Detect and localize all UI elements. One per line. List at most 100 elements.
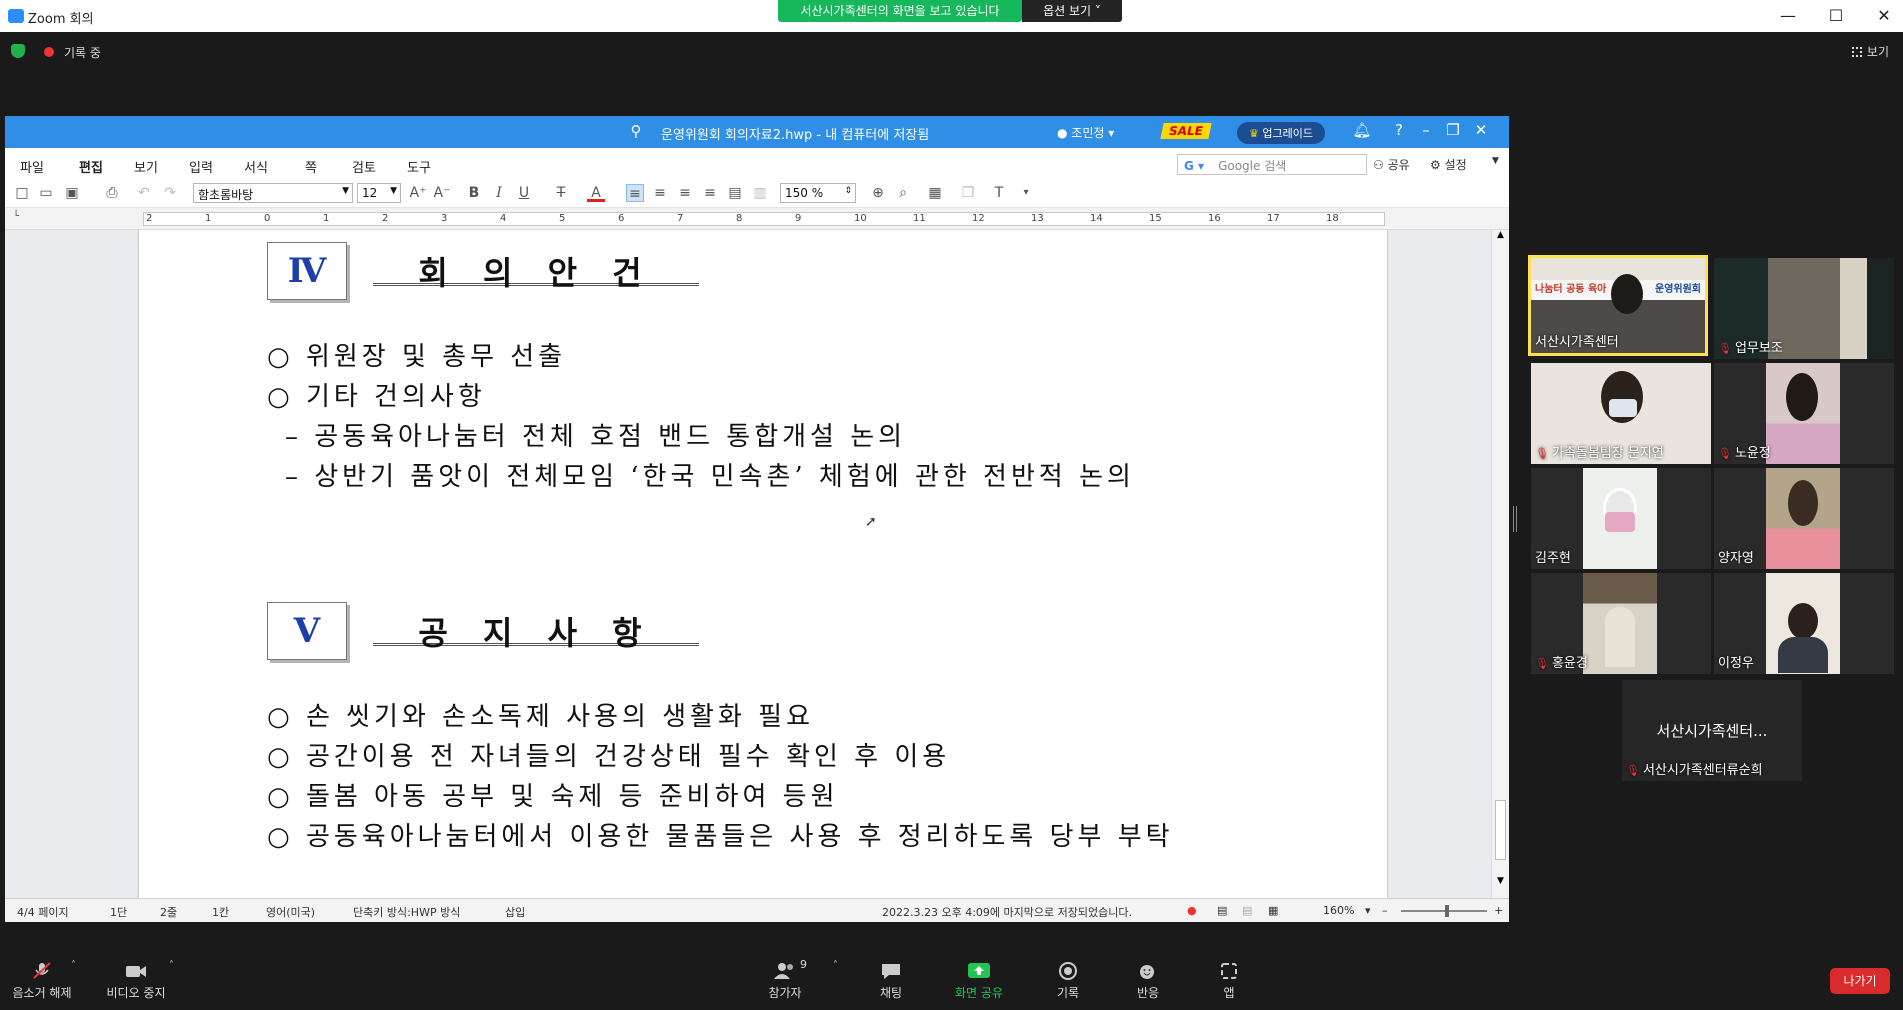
upgrade-button[interactable]: ♛ 업그레이드 [1237,122,1325,144]
leave-meeting-button[interactable]: 나가기 [1830,968,1890,994]
participant-tile[interactable]: 서산시가족센터... 🎙︎ 서산시가족센터류순희 [1622,680,1802,781]
menu-page[interactable]: 쪽 [305,157,317,176]
gallery-view-button[interactable]: 보기 [1851,43,1889,60]
font-color-icon[interactable]: A [587,184,605,202]
distribute-icon[interactable]: ▤ [726,184,744,202]
menu-file[interactable]: 파일 [20,157,44,176]
font-shrink-icon[interactable]: A⁻ [433,184,451,202]
minimize-icon[interactable]: — [1773,4,1803,28]
zoom-in-small-icon[interactable]: + [1494,904,1503,917]
open-folder-icon[interactable]: ▭ [37,184,55,202]
record-button[interactable]: 기록 [1043,962,1093,1001]
view-options-button[interactable]: 옵션 보기 ˅ [1022,0,1122,22]
participants-options-icon[interactable]: ˄ [833,960,838,971]
find-icon[interactable]: ⌕ [894,184,912,202]
status-language[interactable]: 영어(미국) [266,904,315,920]
align-right-icon[interactable]: ≡ [701,184,719,202]
menu-view[interactable]: 보기 [134,157,158,176]
paste-icon[interactable]: ▦ [926,184,944,202]
alert-icon[interactable]: ● [1187,904,1197,917]
two-page-view-icon[interactable]: ▦ [1268,904,1278,917]
strikethrough-icon[interactable]: T [552,184,570,202]
more-tools-icon[interactable]: ▾ [1017,184,1035,202]
participant-tile[interactable]: 이정우 [1714,573,1894,674]
stop-video-button[interactable]: 비디오 중지 [100,962,172,1001]
split-align-icon[interactable]: ▥ [751,184,769,202]
participant-tile[interactable]: 양자영 [1714,468,1894,569]
layout-view-icon[interactable]: ▤ [1217,904,1227,917]
chat-button[interactable]: 채팅 [866,962,916,1001]
font-grow-icon[interactable]: A⁺ [409,184,427,202]
document-page[interactable]: Ⅳ 회 의 안 건 ○ 위원장 및 총무 선출 ○ 기타 건의사항 – 공동육아… [139,230,1387,898]
settings-button[interactable]: ⚙ 설정 [1430,156,1467,173]
participant-tile[interactable]: 🎙︎ 노윤정 [1714,363,1894,464]
underline-icon[interactable]: U [515,184,533,202]
menu-insert[interactable]: 입력 [189,157,213,176]
zoom-slider[interactable] [1401,910,1487,912]
align-justify-icon[interactable]: ≡ [626,184,644,202]
hwp-minimize-icon[interactable]: – [1415,121,1437,139]
participant-tile[interactable]: 김주현 [1531,468,1711,569]
close-icon[interactable]: ✕ [1869,4,1899,28]
scroll-up-icon[interactable]: ▲ [1497,230,1504,240]
audio-options-icon[interactable]: ˄ [71,960,76,971]
horizontal-ruler[interactable]: └ 2 1 0 1 2 3 4 5 6 7 8 9 10 11 12 13 14… [5,208,1509,230]
share-screen-button[interactable]: 화면 공유 [944,962,1014,1001]
scroll-down-icon[interactable]: ▼ [1497,876,1504,886]
undo-icon[interactable]: ↶ [135,184,153,202]
hwp-restore-icon[interactable]: ❐ [1442,121,1464,139]
bold-icon[interactable]: B [465,184,483,202]
sale-badge[interactable]: SALE [1160,123,1212,139]
ruler-number: 4 [500,213,507,224]
menu-tools[interactable]: 도구 [407,157,431,176]
user-account[interactable]: ● 조민정 ▾ [1057,124,1114,141]
align-left-icon[interactable]: ≡ [651,184,669,202]
status-page[interactable]: 4/4 페이지 [17,904,69,920]
panel-splitter[interactable] [1513,506,1517,532]
bell-icon[interactable]: 🔔︎ [1351,121,1373,139]
unmute-button[interactable]: 음소거 해제 [10,962,74,1001]
zoom-slider-handle[interactable] [1445,905,1449,917]
muted-mic-icon: 🎙︎ [1718,447,1732,460]
ribbon-collapse-icon[interactable]: ▼ [1492,156,1499,166]
apps-button[interactable]: 앱 [1204,962,1254,1001]
participant-tile[interactable]: 🎙︎ 가족돌봄팀장 문지연 [1531,363,1711,464]
participant-tile[interactable]: 🎙︎ 홍윤경 [1531,573,1711,674]
menu-format[interactable]: 서식 [244,157,268,176]
vertical-scrollbar[interactable]: ▲ ▼ [1491,230,1509,898]
menu-review[interactable]: 검토 [352,157,376,176]
reactions-button[interactable]: 반응 [1123,962,1173,1001]
font-size-select[interactable]: 12 ▼ [357,183,401,203]
help-icon[interactable]: ? [1388,121,1410,139]
participant-tile[interactable]: 🎙︎ 업무보조 [1714,258,1894,359]
shared-hwp-window[interactable]: ⚲ 운영위원회 회의자료2.hwp - 내 컴퓨터에 저장됨 ● 조민정 ▾ S… [5,116,1509,922]
menu-edit[interactable]: 편집 [79,157,103,176]
new-document-icon[interactable]: □ [13,184,31,202]
copy-format-icon[interactable]: ❐ [959,184,977,202]
zoom-out-icon[interactable]: – [1382,904,1388,917]
hwp-close-icon[interactable]: ✕ [1470,121,1492,139]
zoom-dropdown-icon[interactable]: ▾ [1365,904,1371,917]
zoom-select[interactable]: 150 % ⇕ [780,183,856,203]
status-zoom[interactable]: 160% [1323,904,1354,917]
security-shield-icon[interactable] [11,44,25,58]
status-insert-mode[interactable]: 삽입 [505,904,525,920]
maximize-icon[interactable]: ☐ [1821,4,1851,28]
zoom-in-icon[interactable]: ⊕ [869,184,887,202]
page-view-icon[interactable]: ▤ [1242,904,1252,917]
tab-stop-icon[interactable]: └ [13,211,19,222]
italic-icon[interactable]: I [490,184,508,202]
save-icon[interactable]: ▣ [63,184,81,202]
scroll-thumb[interactable] [1495,800,1506,860]
text-box-icon[interactable]: T [990,184,1008,202]
participant-tile[interactable]: 나눔터 공동 육아 운영위원회 서산시가족센터 [1528,255,1708,356]
font-name-select[interactable]: 함초롬바탕 ▼ [193,183,353,203]
video-options-icon[interactable]: ˄ [169,960,174,971]
google-search-input[interactable]: G ▾ Google 검색 [1177,154,1367,175]
align-center-icon[interactable]: ≡ [676,184,694,202]
document-canvas[interactable]: Ⅳ 회 의 안 건 ○ 위원장 및 총무 선출 ○ 기타 건의사항 – 공동육아… [5,230,1491,898]
redo-icon[interactable]: ↷ [161,184,179,202]
share-button[interactable]: ⚇ 공유 [1373,156,1410,173]
print-icon[interactable]: ⎙ [103,184,121,202]
status-shortcut[interactable]: 단축키 방식:HWP 방식 [353,904,460,920]
